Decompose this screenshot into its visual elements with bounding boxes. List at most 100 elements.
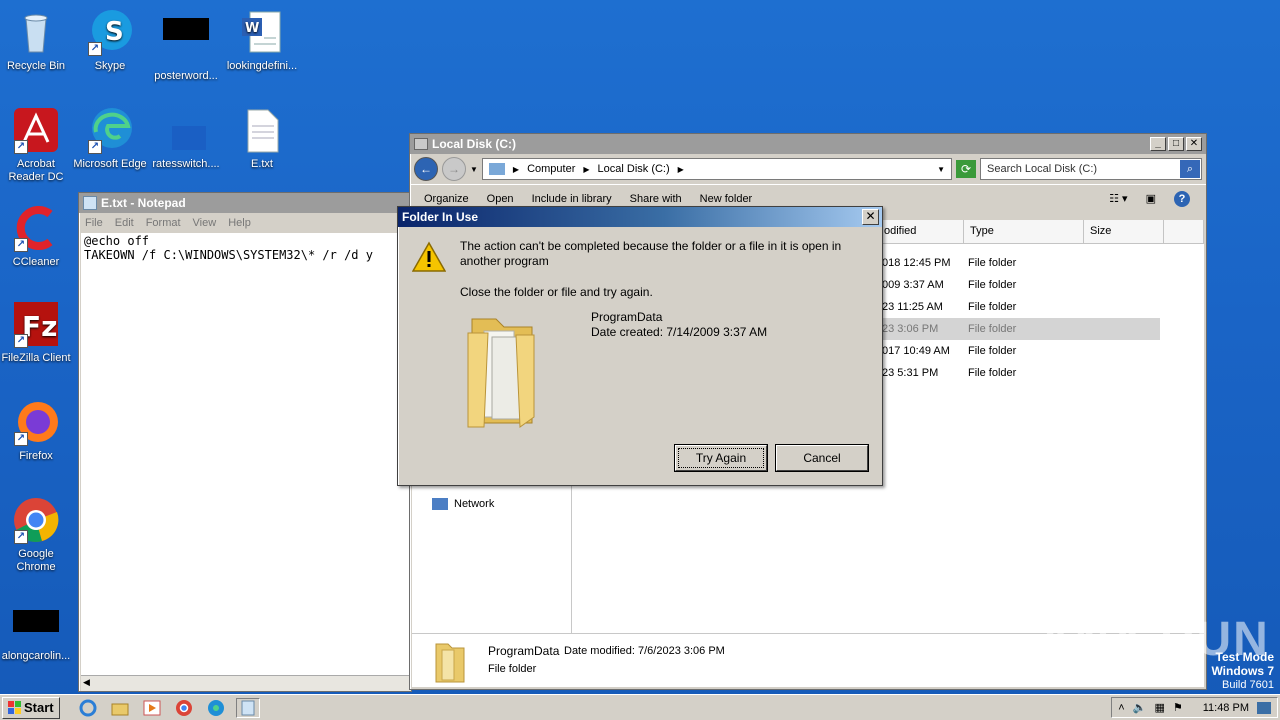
menu-help[interactable]: Help (228, 217, 251, 229)
minimize-button[interactable]: _ (1150, 137, 1166, 151)
new-folder-button[interactable]: New folder (700, 193, 753, 205)
view-options-icon[interactable]: ☷ ▾ (1109, 192, 1127, 205)
file-explorer-icon[interactable] (108, 698, 132, 718)
breadcrumb-local-disk[interactable]: Local Disk (C:) (598, 163, 670, 175)
close-button[interactable]: ✕ (1186, 137, 1202, 151)
redacted-icon (12, 610, 60, 646)
row-type: File folder (968, 345, 1017, 357)
start-button[interactable]: Start (2, 696, 60, 719)
row-type: File folder (968, 323, 1017, 335)
row-modified: 018 12:45 PM (882, 257, 951, 269)
maximize-button[interactable]: □ (1168, 137, 1184, 151)
breadcrumb-computer[interactable]: Computer (527, 163, 575, 175)
search-placeholder: Search Local Disk (C:) (987, 163, 1098, 175)
horizontal-scrollbar[interactable]: ◀ (81, 675, 411, 691)
address-dropdown-icon[interactable]: ▼ (937, 165, 945, 174)
try-again-button[interactable]: Try Again (675, 445, 767, 471)
address-row: ← → ▼ ▶ Computer ▶ Local Disk (C:) ▶ ▼ ⟳… (410, 154, 1206, 184)
edge-icon[interactable] (204, 698, 228, 718)
desktop-icon-skype[interactable]: S ↗ Skype (72, 8, 148, 73)
search-icon[interactable]: ⌕ (1180, 160, 1200, 178)
history-dropdown-icon[interactable]: ▼ (470, 165, 478, 174)
notepad-text-area[interactable]: @echo off TAKEOWN /f C:\WINDOWS\SYSTEM32… (81, 233, 411, 675)
desktop-icon-alongcarolin[interactable]: alongcarolin... (0, 608, 74, 663)
column-label: Type (970, 225, 994, 237)
desktop-icon-recycle-bin[interactable]: Recycle Bin (0, 8, 74, 73)
desktop-icon-acrobat[interactable]: ↗ Acrobat Reader DC (0, 106, 74, 184)
cancel-button[interactable]: Cancel (776, 445, 868, 471)
network-status-icon[interactable]: ▦ (1154, 701, 1164, 714)
organize-button[interactable]: Organize (424, 193, 469, 205)
desktop-icon-ratesswitch[interactable]: ratesswitch.... (148, 106, 224, 171)
refresh-button[interactable]: ⟳ (956, 160, 976, 178)
back-button[interactable]: ← (414, 157, 438, 181)
show-hidden-icons-icon[interactable]: ˄ (1118, 702, 1124, 714)
desktop-icon-label: FileZilla Client (1, 352, 71, 364)
menu-view[interactable]: View (193, 217, 217, 229)
desktop-icon-label: lookingdefini... (226, 60, 298, 72)
dialog-title: Folder In Use (402, 210, 479, 224)
volume-icon[interactable]: 🔈 (1133, 701, 1147, 714)
menu-format[interactable]: Format (146, 217, 181, 229)
dialog-titlebar[interactable]: Folder In Use (398, 207, 882, 227)
skype-icon: S ↗ (86, 8, 134, 56)
address-bar[interactable]: ▶ Computer ▶ Local Disk (C:) ▶ ▼ (481, 158, 952, 180)
dialog-item-name: ProgramData (591, 310, 663, 324)
help-icon[interactable]: ? (1174, 190, 1190, 207)
notepad-window[interactable]: E.txt - Notepad File Edit Format View He… (78, 192, 412, 692)
folder-in-use-dialog[interactable]: Folder In Use ✕ The action can't be comp… (397, 206, 883, 486)
notepad-app-icon (83, 196, 97, 210)
notepad-menubar: File Edit Format View Help (79, 213, 411, 233)
scroll-left-arrow[interactable]: ◀ (83, 677, 90, 688)
desktop-icon-lookingdefini[interactable]: W lookingdefini... (224, 8, 300, 73)
firefox-icon: ↗ (12, 398, 60, 446)
row-type: File folder (968, 279, 1017, 291)
clock[interactable]: 11:48 PM (1203, 702, 1249, 714)
window-title: E.txt - Notepad (101, 196, 186, 210)
desktop-icon-chrome[interactable]: ↗ Google Chrome (0, 496, 74, 574)
action-center-flag-icon[interactable]: ⚑ (1173, 701, 1183, 714)
watermark-line: Build 7601 (1222, 679, 1274, 691)
column-header-date-modified[interactable]: odified (878, 220, 964, 244)
column-header-size[interactable]: Size (1084, 220, 1164, 244)
ccleaner-icon: ↗ (12, 204, 60, 252)
nav-item-network[interactable]: Network (432, 498, 494, 510)
forward-button[interactable]: → (442, 157, 466, 181)
desktop-icon-filezilla[interactable]: Fz ↗ FileZilla Client (0, 300, 74, 365)
folder-icon (467, 318, 535, 428)
test-mode-watermark: Test Mode Windows 7 Build 7601 (1211, 650, 1274, 692)
desktop-icon-firefox[interactable]: ↗ Firefox (0, 398, 74, 463)
desktop-icon-ccleaner[interactable]: ↗ CCleaner (0, 204, 74, 269)
details-modified-value: 7/6/2023 3:06 PM (638, 645, 725, 657)
desktop-icon-label: Recycle Bin (6, 60, 66, 72)
desktop-icon-label: Skype (94, 60, 126, 72)
notepad-titlebar[interactable]: E.txt - Notepad (79, 193, 411, 213)
share-with-button[interactable]: Share with (630, 193, 682, 205)
internet-explorer-icon[interactable] (76, 698, 100, 718)
show-desktop-icon[interactable] (1257, 701, 1271, 714)
notepad-taskbar-icon[interactable] (235, 697, 260, 718)
menu-edit[interactable]: Edit (115, 217, 134, 229)
breadcrumb-arrow-icon[interactable]: ▶ (513, 165, 519, 174)
chrome-icon[interactable] (172, 698, 196, 718)
desktop-icon-label: ratesswitch.... (152, 158, 220, 170)
desktop-icon-etxt[interactable]: E.txt (224, 106, 300, 171)
include-in-library-button[interactable]: Include in library (532, 193, 612, 205)
desktop-icon-posterword[interactable]: posterword... (148, 8, 224, 83)
menu-file[interactable]: File (85, 217, 103, 229)
desktop-icon-edge[interactable]: ↗ Microsoft Edge (72, 106, 148, 171)
preview-pane-icon[interactable]: ▣ (1146, 192, 1156, 205)
close-button[interactable]: ✕ (862, 209, 879, 225)
open-button[interactable]: Open (487, 193, 514, 205)
start-label: Start (24, 700, 54, 715)
search-input[interactable]: Search Local Disk (C:) ⌕ (980, 158, 1202, 180)
explorer-titlebar[interactable]: Local Disk (C:) _ □ ✕ (410, 134, 1206, 154)
row-modified: 23 11:25 AM (882, 301, 943, 313)
breadcrumb-arrow-icon[interactable]: ▶ (583, 165, 589, 174)
dialog-instruction: Close the folder or file and try again. (460, 285, 653, 299)
media-player-icon[interactable] (140, 698, 164, 718)
drive-icon (414, 138, 428, 150)
column-header-type[interactable]: Type (964, 220, 1084, 244)
breadcrumb-arrow-icon[interactable]: ▶ (678, 165, 684, 174)
column-header-extra (1164, 220, 1204, 244)
